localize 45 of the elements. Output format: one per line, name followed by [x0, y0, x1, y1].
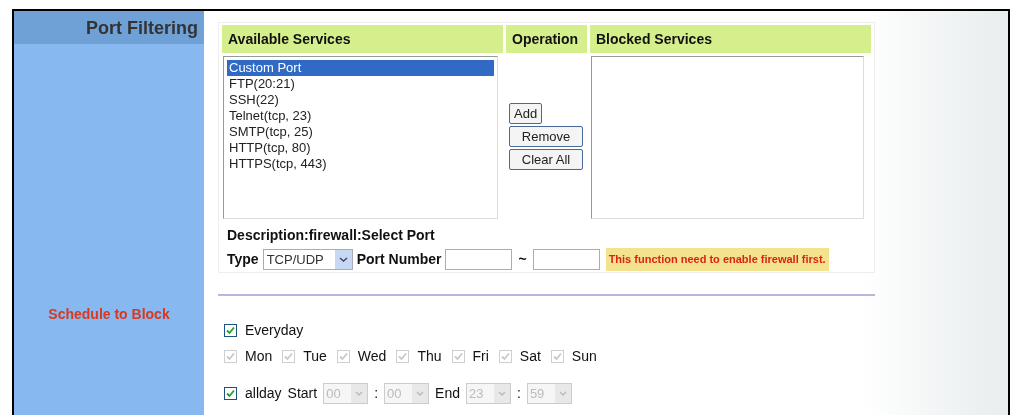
time-separator: : [517, 384, 521, 403]
day-label: Thu [417, 347, 442, 366]
checkbox[interactable] [224, 324, 237, 337]
day-label: Mon [245, 347, 273, 366]
add-button[interactable]: Add [509, 103, 543, 124]
type-label: Type [227, 249, 259, 269]
service-option[interactable]: Telnet(tcp, 23) [227, 108, 494, 124]
blocked-services-list[interactable] [591, 56, 864, 219]
day-label: Tue [303, 347, 327, 366]
column-header: Operation [506, 25, 587, 53]
time-separator: : [374, 384, 379, 403]
service-option[interactable]: Custom Port [227, 60, 494, 76]
service-option[interactable]: FTP(20:21) [227, 76, 494, 92]
remove-button[interactable]: Remove [509, 126, 583, 147]
time-label: Start [287, 384, 318, 403]
dropdown-icon [334, 249, 352, 269]
service-option[interactable]: SMTP(tcp, 25) [227, 124, 494, 140]
service-option[interactable]: HTTPS(tcp, 443) [227, 156, 494, 172]
service-option[interactable]: SSH(22) [227, 92, 494, 108]
dropdown-icon [554, 384, 571, 403]
day-label: Sun [571, 347, 597, 366]
description-text: Description:firewall:Select Port [227, 226, 436, 245]
range-separator: ~ [517, 249, 528, 269]
section-title: Port Filtering [86, 17, 198, 40]
dropdown-icon [412, 384, 429, 403]
day-label: Fri [472, 347, 489, 366]
available-services-list[interactable]: Custom Port FTP(20:21) SSH(22) Telnet(tcp, 23) SMTP(tcp, 25) HTTP(tcp, 80) HTTPS(tcp, 443) [223, 56, 498, 219]
dropdown-icon [494, 384, 510, 403]
port-number-label: Port Number [356, 249, 442, 269]
port-end-field[interactable] [532, 248, 600, 270]
warning-message: This function need to enable firewall first. [605, 248, 829, 271]
time-label: End [435, 384, 460, 403]
column-header: Available Services [222, 25, 503, 53]
day-label: Wed [357, 347, 387, 366]
service-option[interactable]: HTTP(tcp, 80) [227, 140, 494, 156]
checkbox-label: allday [245, 384, 282, 403]
checkbox-label: Everyday [245, 321, 304, 340]
checkbox[interactable] [224, 387, 237, 400]
clear-all-button[interactable]: Clear All [509, 149, 583, 170]
column-header: Blocked Services [590, 25, 871, 53]
dropdown-icon [351, 384, 368, 403]
port-start-field[interactable] [445, 248, 513, 270]
day-label: Sat [519, 347, 541, 366]
section-label: Schedule to Block [48, 305, 170, 324]
type-select[interactable]: TCP/UDP [262, 248, 353, 270]
